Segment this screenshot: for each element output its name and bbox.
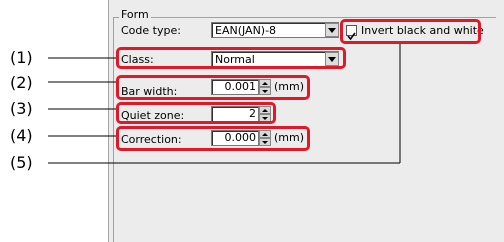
- callout-lines: [48, 44, 401, 164]
- callout-4: (4): [10, 126, 33, 145]
- callout-1: (1): [10, 48, 33, 67]
- callout-5: (5): [10, 153, 33, 172]
- callout-3: (3): [10, 99, 33, 118]
- callout-2: (2): [10, 73, 33, 92]
